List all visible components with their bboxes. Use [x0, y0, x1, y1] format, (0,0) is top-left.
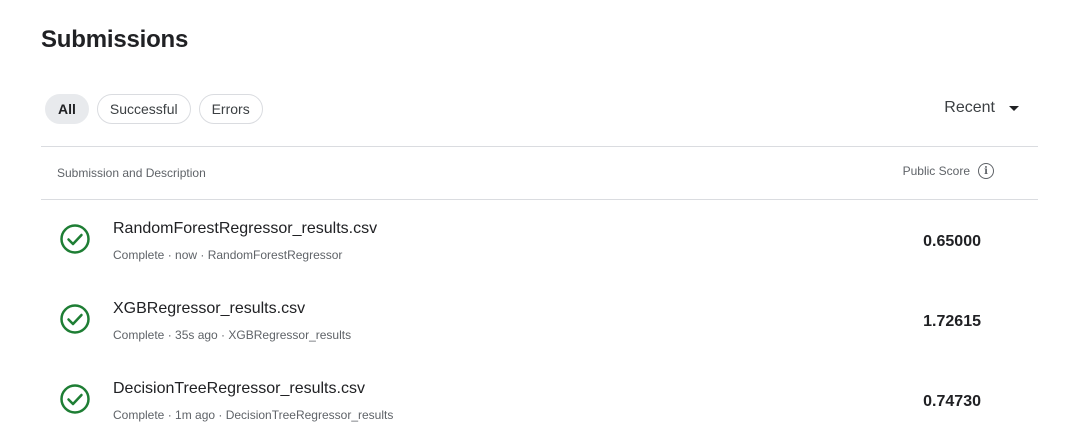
filter-all-chip[interactable]: All [45, 94, 89, 124]
submission-meta: Complete · 1m ago · DecisionTreeRegresso… [113, 408, 394, 422]
submission-meta: Complete · now · RandomForestRegressor [113, 248, 343, 262]
submission-file-name[interactable]: RandomForestRegressor_results.csv [113, 220, 377, 238]
filter-chips: All Successful Errors [45, 94, 263, 124]
table-row: DecisionTreeRegressor_results.csv Comple… [41, 360, 1038, 440]
submissions-table: Submission and Description Public Score … [41, 146, 1038, 440]
check-circle-icon [60, 304, 90, 334]
public-score-label: Public Score [902, 164, 970, 178]
submission-meta: Complete · 35s ago · XGBRegressor_result… [113, 328, 352, 342]
filter-errors-chip[interactable]: Errors [198, 94, 263, 124]
caret-down-icon [1009, 105, 1019, 111]
info-icon[interactable]: i [978, 163, 994, 179]
public-score-value: 1.72615 [923, 313, 981, 330]
table-row: RandomForestRegressor_results.csv Comple… [41, 200, 1038, 280]
sort-label: Recent [944, 99, 995, 116]
filter-successful-chip[interactable]: Successful [96, 94, 191, 124]
table-row: XGBRegressor_results.csv Complete · 35s … [41, 280, 1038, 360]
table-header: Submission and Description Public Score … [41, 146, 1038, 200]
submission-file-name[interactable]: XGBRegressor_results.csv [113, 300, 305, 318]
public-score-value: 0.65000 [923, 233, 981, 250]
sort-dropdown[interactable]: Recent [944, 99, 1019, 117]
public-score-value: 0.74730 [923, 393, 981, 410]
check-circle-icon [60, 384, 90, 414]
column-header-score: Public Score i [903, 163, 994, 179]
submission-file-name[interactable]: DecisionTreeRegressor_results.csv [113, 380, 365, 398]
column-header-submission: Submission and Description [57, 166, 206, 180]
page-title: Submissions [41, 26, 189, 53]
check-circle-icon [60, 224, 90, 254]
